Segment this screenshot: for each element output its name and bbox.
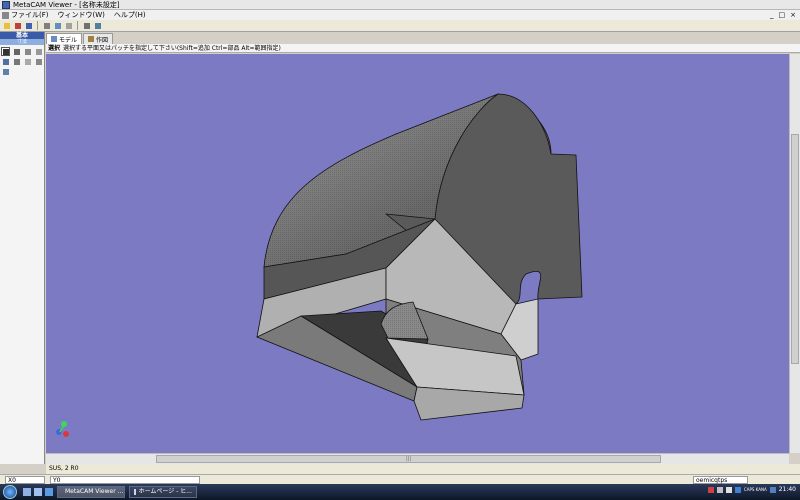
- clock: 21:40: [778, 486, 796, 493]
- system-tray: CAPS KANA 21:40: [707, 486, 796, 493]
- view-tabs: モデル 作図: [46, 33, 114, 44]
- horizontal-scrollbar[interactable]: |||: [46, 453, 789, 464]
- cut-button[interactable]: [93, 21, 102, 30]
- import-button[interactable]: [13, 21, 22, 30]
- switch-windows-icon[interactable]: [34, 488, 42, 496]
- task-browser-label: ホームページ - ヒ...: [138, 488, 192, 495]
- import-icon: [15, 23, 21, 29]
- list-tool[interactable]: [23, 57, 32, 66]
- view-tool[interactable]: [1, 57, 10, 66]
- list-icon: [25, 59, 31, 65]
- open-folder-icon: [4, 23, 10, 29]
- measure-tool[interactable]: [34, 47, 43, 56]
- caps-kana-indicator: CAPS KANA: [743, 487, 767, 492]
- app-icon: [2, 0, 10, 9]
- query-icon: [14, 49, 20, 55]
- save-button[interactable]: [24, 21, 33, 30]
- start-button[interactable]: [3, 485, 17, 499]
- parts-tool[interactable]: [1, 67, 10, 76]
- model-render: [56, 93, 583, 437]
- vertical-scroll-thumb[interactable]: [791, 134, 799, 364]
- vertical-scrollbar[interactable]: [789, 54, 800, 453]
- title-bar: MetaCAM Viewer - [名称未設定]: [0, 0, 800, 10]
- help-icon[interactable]: [769, 486, 776, 493]
- desktop-icon[interactable]: [23, 488, 31, 496]
- sheet-metal-part: [256, 93, 583, 421]
- document-icon: [2, 11, 9, 19]
- toolbar-separator: [77, 21, 78, 30]
- taskbar: MetaCAM Viewer ... ホームページ - ヒ... CAPS KA…: [0, 484, 800, 500]
- pencil-icon: [88, 36, 95, 42]
- x-coordinate-field[interactable]: X0: [5, 475, 45, 484]
- ime-icon[interactable]: [734, 486, 741, 493]
- window-title: MetaCAM Viewer - [名称未設定]: [13, 0, 120, 9]
- menu-bar: ファイル(F) ウィンドウ(W) ヘルプ(H) _ □ ×: [0, 10, 800, 20]
- print-button[interactable]: [42, 21, 51, 30]
- zoom-tool[interactable]: [12, 57, 21, 66]
- layer-icon: [36, 59, 42, 65]
- view-icon: [3, 59, 9, 65]
- volume-icon[interactable]: [725, 486, 732, 493]
- select-button[interactable]: [82, 21, 91, 30]
- layer-tool[interactable]: [34, 57, 43, 66]
- minimize-button[interactable]: _: [770, 11, 774, 19]
- restore-button[interactable]: □: [779, 11, 786, 19]
- menu-window[interactable]: ウィンドウ(W): [58, 10, 105, 20]
- close-button[interactable]: ×: [790, 11, 796, 19]
- tab-model-label: モデル: [59, 36, 78, 44]
- coordinates-bar: X0 Y0 oemicqtps: [0, 474, 800, 484]
- query-tool[interactable]: [12, 47, 21, 56]
- main-toolbar: [0, 20, 800, 32]
- preview-button[interactable]: [53, 21, 62, 30]
- scroll-grip-icon: |||: [406, 456, 412, 462]
- preview-icon: [55, 23, 61, 29]
- tab-model[interactable]: モデル: [46, 33, 83, 44]
- info-field: oemicqtps: [693, 476, 748, 484]
- open-button[interactable]: [2, 21, 11, 30]
- zoom-icon: [14, 59, 20, 65]
- network-icon[interactable]: [716, 486, 723, 493]
- material-status: SUS, 2 R0: [49, 465, 79, 472]
- browser-icon[interactable]: [45, 488, 53, 496]
- mode-label: 選択: [48, 45, 61, 52]
- left-panel: 基本 寸法: [0, 32, 45, 464]
- parts-icon: [3, 69, 9, 75]
- y-coordinate-field[interactable]: Y0: [50, 475, 200, 484]
- copy-icon: [66, 23, 72, 29]
- copy-button[interactable]: [64, 21, 73, 30]
- panel-header[interactable]: 基本: [0, 32, 44, 39]
- hint-text: 選択する平面又はパッチを指定して下さい(Shift=追加 Ctrl=部品 Alt…: [63, 45, 281, 52]
- arrow-icon: [3, 49, 9, 55]
- tab-drawing-label: 作図: [96, 36, 109, 44]
- select-tool[interactable]: [1, 47, 10, 56]
- task-browser[interactable]: ホームページ - ヒ...: [129, 486, 197, 498]
- model-icon: [51, 36, 57, 42]
- text-icon: [25, 49, 31, 55]
- tab-drawing[interactable]: 作図: [83, 33, 114, 44]
- scissors-icon: [95, 23, 101, 29]
- task-metacam[interactable]: MetaCAM Viewer ...: [57, 486, 125, 498]
- measure-icon: [36, 49, 42, 55]
- hint-bar: 選択 選択する平面又はパッチを指定して下さい(Shift=追加 Ctrl=部品 A…: [46, 44, 800, 53]
- menu-file[interactable]: ファイル(F): [2, 10, 49, 20]
- text-tool[interactable]: [23, 47, 32, 56]
- menu-help[interactable]: ヘルプ(H): [114, 10, 146, 20]
- print-icon: [44, 23, 50, 29]
- task-metacam-label: MetaCAM Viewer ...: [65, 488, 124, 495]
- axis-indicator: [56, 421, 69, 437]
- toolbar-separator: [37, 21, 38, 30]
- browser-icon: [134, 489, 136, 495]
- quick-launch: [23, 488, 53, 496]
- 3d-viewport[interactable]: [46, 54, 789, 453]
- save-icon: [26, 23, 32, 29]
- security-icon[interactable]: [707, 486, 714, 493]
- tool-grid: [0, 45, 44, 78]
- cursor-icon: [84, 23, 90, 29]
- status-bar: SUS, 2 R0: [46, 464, 800, 474]
- menu-file-label: ファイル(F): [11, 11, 49, 19]
